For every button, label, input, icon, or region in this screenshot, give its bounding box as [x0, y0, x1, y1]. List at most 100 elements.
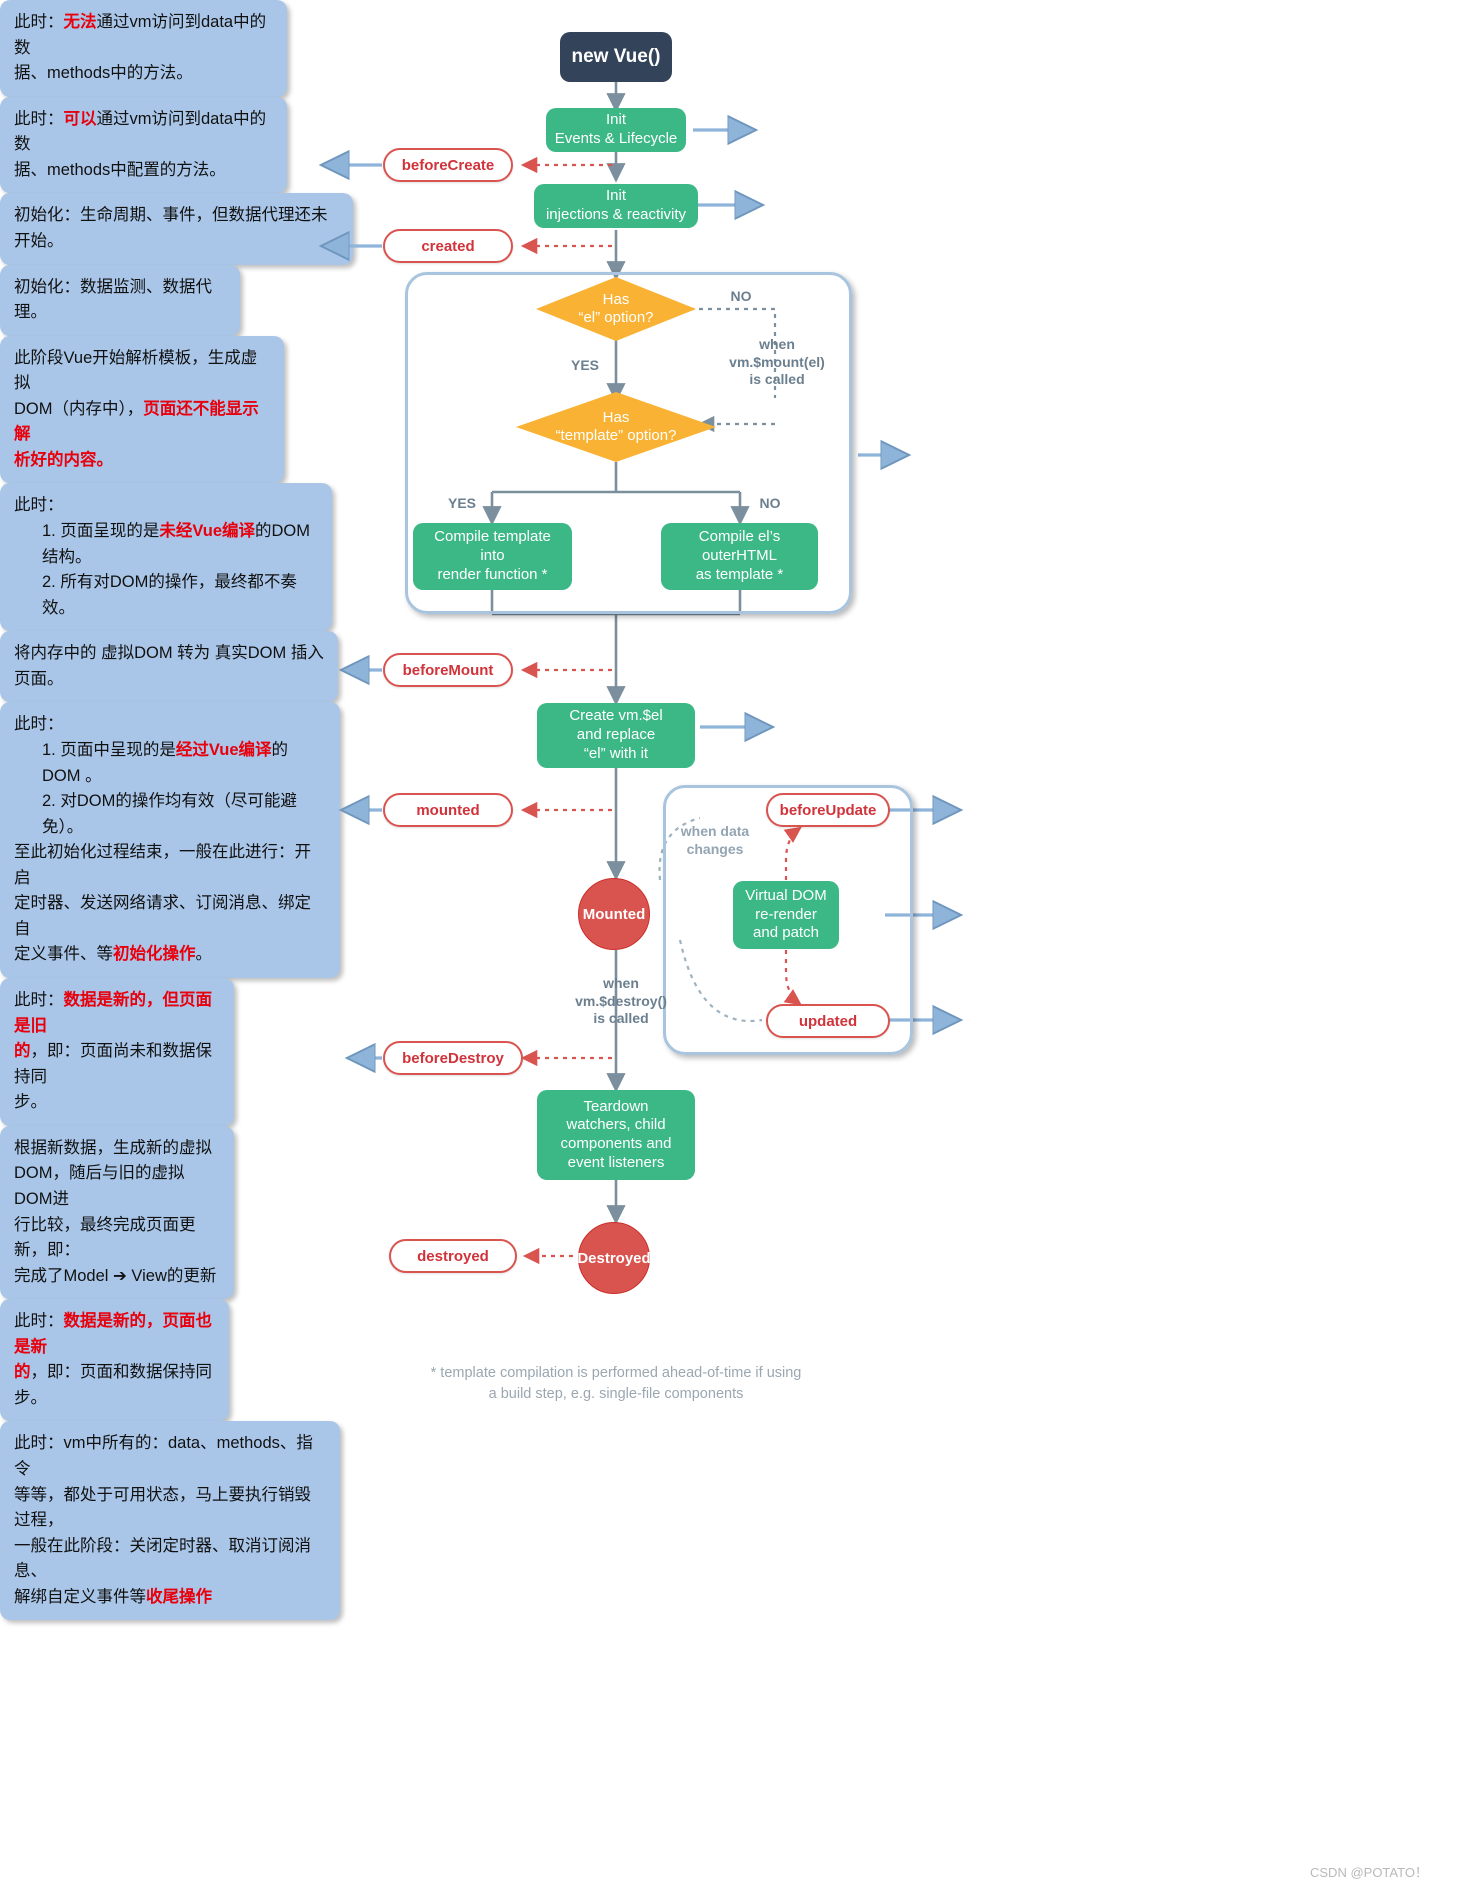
decision-has-el[interactable]: Has “el” option? [536, 277, 696, 341]
hook-updated[interactable]: updated [766, 1004, 890, 1038]
note-text: 步。 [14, 1093, 47, 1112]
note-text: ，即：页面尚未和数据保持同 [14, 1042, 212, 1086]
edge-label-yes-el: YES [570, 357, 599, 373]
edge-label-when-data-changes: when data changes [680, 823, 750, 857]
hook-beforeupdate[interactable]: beforeUpdate [766, 793, 890, 827]
node-create-el[interactable]: Create vm.$el and replace “el” with it [537, 703, 695, 768]
state-destroyed[interactable]: Destroyed [577, 1222, 651, 1294]
note-text: 定时器、发送网络请求、订阅消息、绑定自 [14, 894, 311, 938]
hook-beforemount-label: beforeMount [402, 661, 494, 679]
state-destroyed-label: Destroyed [577, 1249, 651, 1267]
note-line: 1. 页面呈现的是未经Vue编译的DOM结构。 [14, 519, 318, 570]
note-line: DOM（内存中），页面还不能显示解 [14, 397, 270, 448]
node-init-injections-label: Init injections & reactivity [545, 187, 687, 223]
note-line: 行比较，最终完成页面更新，即： [14, 1213, 220, 1264]
note-line: 步。 [14, 1090, 220, 1116]
note-line: 定时器、发送网络请求、订阅消息、绑定自 [14, 891, 326, 942]
node-compile-outerhtml-label: Compile el’s outerHTML as template * [695, 528, 784, 583]
note-line: 的，即：页面和数据保持同步。 [14, 1360, 215, 1411]
note-text: 此时： [14, 1312, 64, 1331]
node-init-events[interactable]: Init Events & Lifecycle [546, 108, 686, 152]
edge-label-when-mount: when vm.$mount(el) is called [729, 336, 825, 387]
note-line: 1. 页面中呈现的是经过Vue编译的DOM 。 [14, 738, 326, 789]
hook-mounted[interactable]: mounted [383, 793, 513, 827]
hook-created[interactable]: created [383, 229, 513, 263]
note-text: 此时： [14, 496, 64, 515]
note-text: DOM，随后与旧的虚拟DOM进 [14, 1164, 185, 1208]
hook-beforecreate[interactable]: beforeCreate [383, 148, 513, 182]
note-line: DOM，随后与旧的虚拟DOM进 [14, 1161, 220, 1212]
note-highlight: 收尾操作 [146, 1587, 212, 1606]
note-init-events: 初始化：生命周期、事件，但数据代理还未开始。 [0, 193, 353, 265]
note-text: 此时： [14, 715, 64, 734]
note-virtualdom: 根据新数据，生成新的虚拟 DOM，随后与旧的虚拟DOM进行比较，最终完成页面更新，… [0, 1125, 234, 1300]
decision-has-el-label: Has “el” option? [578, 291, 654, 326]
note-text: ，即：页面和数据保持同步。 [14, 1363, 212, 1407]
node-new-vue[interactable]: new Vue() [560, 32, 672, 82]
node-compile-outerhtml[interactable]: Compile el’s outerHTML as template * [661, 523, 818, 590]
note-init-injections: 初始化：数据监测、数据代理。 [0, 264, 240, 336]
note-highlight: 未经Vue编译 [159, 522, 256, 540]
note-text: 定义事件、等 [14, 945, 113, 964]
state-mounted[interactable]: Mounted [578, 878, 650, 950]
note-highlight: 初始化操作 [113, 945, 196, 964]
hook-mounted-label: mounted [416, 801, 480, 819]
note-compile-stage: 此阶段Vue开始解析模板，生成虚拟 DOM（内存中），页面还不能显示解 析好的内容。 [0, 335, 284, 484]
hook-updated-label: updated [798, 1012, 858, 1030]
note-line: 完成了Model ➔ View的更新 [14, 1264, 220, 1290]
note-created: 此时：可以通过vm访问到data中的数据、methods中配置的方法。 [0, 96, 287, 194]
note-line: 将内存中的 虚拟DOM 转为 真实DOM 插入页面。 [14, 641, 324, 692]
node-init-events-label: Init Events & Lifecycle [554, 111, 678, 147]
node-compile-template-label: Compile template into render function * [434, 528, 551, 583]
note-text: 据、methods中配置的方法。 [14, 160, 226, 179]
diagram-canvas: new Vue() Init Events & Lifecycle Init inj… [0, 0, 1469, 1892]
note-highlight: 经过Vue编译 [175, 740, 272, 759]
note-text: 解绑自定义事件等 [14, 1587, 146, 1606]
hook-beforedestroy[interactable]: beforeDestroy [383, 1041, 523, 1075]
note-line: 初始化：生命周期、事件，但数据代理还未开始。 [14, 203, 339, 254]
node-teardown-label: Teardown watchers, child components and eve… [560, 1097, 672, 1171]
note-line: 析好的内容。 [14, 448, 270, 474]
note-text: 初始化：生命周期、事件，但数据代理还未开始。 [14, 206, 328, 250]
note-highlight: 析好的内容。 [14, 450, 113, 469]
edge-label-no-el: NO [730, 288, 752, 304]
hook-destroyed-label: destroyed [417, 1247, 489, 1265]
note-text: DOM（内存中）， [14, 399, 144, 418]
note-text: 2. 对DOM的操作均有效（尽可能避免）。 [42, 792, 297, 836]
note-line: 此时：数据是新的，页面也是新 [14, 1309, 215, 1360]
node-compile-template[interactable]: Compile template into render function * [413, 523, 572, 590]
hook-beforedestroy-label: beforeDestroy [402, 1049, 504, 1067]
hook-destroyed[interactable]: destroyed [389, 1239, 517, 1273]
note-line: 此时： [14, 493, 318, 519]
note-beforecreate: 此时：无法通过vm访问到data中的数 据、methods中的方法。 [0, 0, 287, 97]
footnote: * template compilation is performed ahea… [430, 1365, 802, 1403]
note-line: 2. 对DOM的操作均有效（尽可能避免）。 [14, 789, 326, 840]
decision-has-template[interactable]: Has “template” option? [516, 392, 716, 462]
hook-beforemount[interactable]: beforeMount [383, 653, 513, 687]
decision-has-template-label: Has “template” option? [555, 409, 677, 444]
note-create-el: 将内存中的 虚拟DOM 转为 真实DOM 插入页面。 [0, 631, 338, 703]
note-line: 等等，都处于可用状态，马上要执行销毁过程， [14, 1483, 326, 1534]
note-text: 将内存中的 虚拟DOM 转为 真实DOM 插入页面。 [14, 644, 324, 688]
note-line: 根据新数据，生成新的虚拟 [14, 1136, 220, 1162]
note-highlight: 无法 [63, 13, 97, 31]
note-text: 此时： [14, 991, 64, 1009]
node-virtual-dom[interactable]: Virtual DOM re-render and patch [733, 881, 839, 949]
note-text: 完成了Model ➔ View的更新 [14, 1266, 217, 1285]
edge-label-when-destroy: when vm.$destroy() is called [575, 975, 667, 1026]
note-line: 一般在此阶段：关闭定时器、取消订阅消息、 [14, 1534, 326, 1585]
hook-beforecreate-label: beforeCreate [401, 156, 495, 174]
note-line: 解绑自定义事件等收尾操作 [14, 1585, 326, 1611]
note-text: 至此初始化过程结束，一般在此进行：开启 [14, 843, 311, 887]
note-line: 此时：可以通过vm访问到data中的数 [14, 107, 273, 158]
node-new-vue-label: new Vue() [571, 46, 661, 67]
note-line: 据、methods中的方法。 [14, 61, 273, 87]
note-highlight: 的 [14, 1042, 31, 1061]
note-text: 据、methods中的方法。 [14, 64, 193, 83]
note-line: 定义事件、等初始化操作。 [14, 942, 326, 968]
note-line: 初始化：数据监测、数据代理。 [14, 275, 226, 326]
note-text: 初始化：数据监测、数据代理。 [14, 277, 212, 322]
node-init-injections[interactable]: Init injections & reactivity [534, 184, 698, 228]
node-teardown[interactable]: Teardown watchers, child components and eve… [537, 1090, 695, 1180]
note-beforemount: 此时： 1. 页面呈现的是未经Vue编译的DOM结构。 2. 所有对DOM的操作，最… [0, 483, 332, 632]
